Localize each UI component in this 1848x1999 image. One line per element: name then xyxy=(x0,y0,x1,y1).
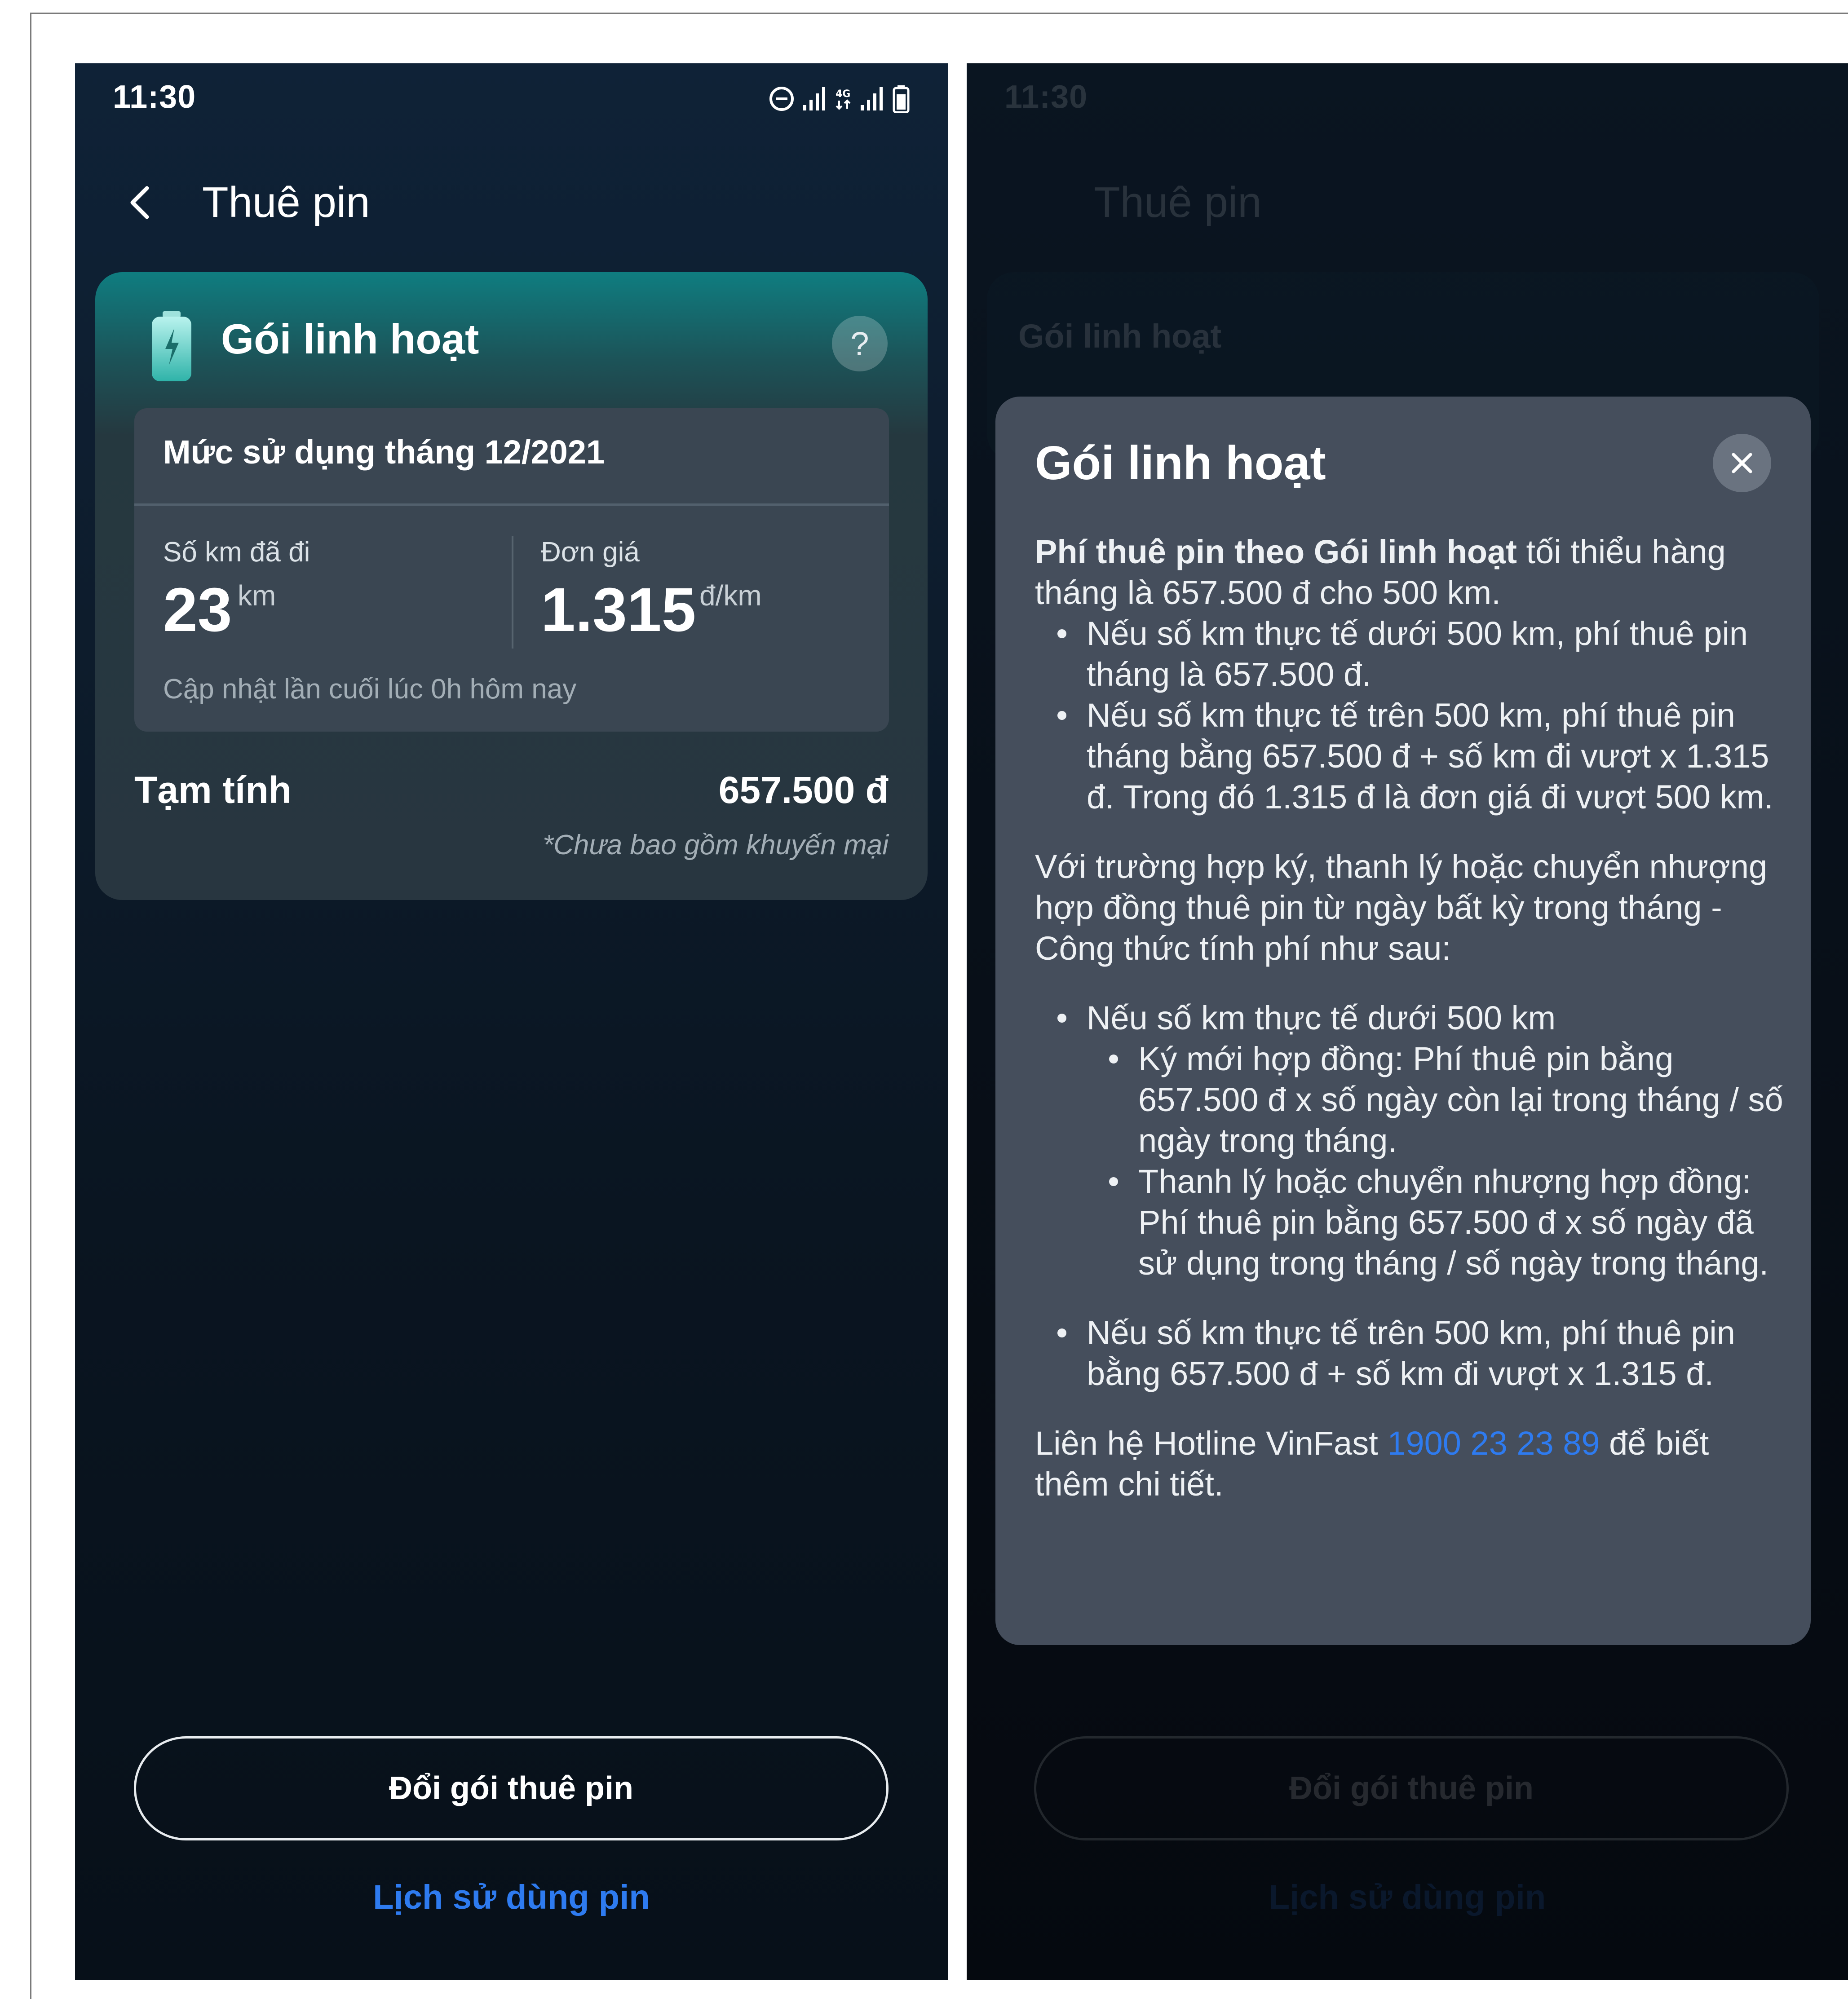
usage-heading: Mức sử dụng tháng 12/2021 xyxy=(163,433,605,471)
list-item: Nếu số km thực tế trên 500 km, phí thuê … xyxy=(1057,695,1790,817)
signal-icon xyxy=(803,87,825,110)
contract-list-2: Nếu số km thực tế trên 500 km, phí thuê … xyxy=(1035,1312,1790,1394)
list-item: Nếu số km thực tế dưới 500 km, phí thuê … xyxy=(1057,613,1790,695)
back-arrow-icon xyxy=(130,186,149,219)
km-label: Số km đã đi xyxy=(163,537,310,568)
plan-title-dim: Gói linh hoạt xyxy=(1018,318,1222,355)
price-unit: đ/km xyxy=(699,579,762,612)
contract-list: Nếu số km thực tế dưới 500 km Ký mới hợp… xyxy=(1035,997,1790,1284)
help-button[interactable]: ? xyxy=(832,316,888,371)
status-icons: 4G xyxy=(768,83,910,115)
help-icon: ? xyxy=(850,325,869,362)
list-item-text: Nếu số km thực tế dưới 500 km xyxy=(1087,999,1556,1037)
change-plan-button-dim: Đổi gói thuê pin xyxy=(1034,1736,1789,1840)
info-modal: Gói linh hoạt Phí thuê pin theo Gói linh… xyxy=(995,397,1811,1645)
4g-icon: 4G xyxy=(836,88,851,110)
signal-icon-2 xyxy=(861,87,883,110)
status-time-dim: 11:30 xyxy=(1004,79,1088,115)
back-button[interactable] xyxy=(124,180,156,225)
close-button[interactable] xyxy=(1713,434,1771,492)
divider xyxy=(134,503,889,506)
sub-list: Ký mới hợp đồng: Phí thuê pin bằng 657.5… xyxy=(1087,1038,1790,1284)
list-item: Thanh lý hoặc chuyển nhượng hợp đồng: Ph… xyxy=(1109,1161,1790,1284)
intro-bold: Phí thuê pin theo Gói linh hoạt xyxy=(1035,533,1517,570)
plan-card: Gói linh hoạt ? Mức sử dụng tháng 12/202… xyxy=(95,272,928,900)
phone-screen-modal: 11:30 Thuê pin Gói linh hoạt Đổi gói thu… xyxy=(967,63,1848,1980)
list-item: Nếu số km thực tế dưới 500 km Ký mới hợp… xyxy=(1057,997,1790,1284)
plan-title: Gói linh hoạt xyxy=(221,315,479,362)
price-label: Đơn giá xyxy=(541,537,640,568)
modal-title: Gói linh hoạt xyxy=(1035,437,1326,490)
estimate-value: 657.500 đ xyxy=(718,769,889,811)
update-note: Cập nhật lần cuối lúc 0h hôm nay xyxy=(163,674,577,705)
close-icon xyxy=(1732,453,1752,473)
svg-text:4G: 4G xyxy=(836,88,850,100)
dnd-icon xyxy=(769,87,794,111)
battery-status-icon xyxy=(893,85,910,113)
contact-pre: Liên hệ Hotline VinFast xyxy=(1035,1425,1388,1462)
estimate-note: *Chưa bao gồm khuyến mại xyxy=(543,830,889,860)
change-plan-button[interactable]: Đổi gói thuê pin xyxy=(134,1736,889,1840)
battery-history-link-dim: Lịch sử dùng pin xyxy=(1269,1878,1546,1916)
estimate-label: Tạm tính xyxy=(134,769,292,811)
hotline-link[interactable]: 1900 23 23 89 xyxy=(1387,1425,1600,1462)
list-item: Nếu số km thực tế trên 500 km, phí thuê … xyxy=(1057,1312,1790,1394)
pricing-list: Nếu số km thực tế dưới 500 km, phí thuê … xyxy=(1035,613,1790,817)
phone-screen-plan: 11:30 4G Thuê pin Gói linh hoạt ? Mức sử… xyxy=(75,63,948,1980)
battery-charge-icon xyxy=(152,311,191,381)
km-unit: km xyxy=(238,579,276,612)
km-value: 23 xyxy=(163,575,232,644)
battery-history-link[interactable]: Lịch sử dùng pin xyxy=(75,1878,948,1917)
contact-paragraph: Liên hệ Hotline VinFast 1900 23 23 89 để… xyxy=(1035,1423,1790,1505)
page-title: Thuê pin xyxy=(202,178,370,226)
contract-paragraph: Với trường hợp ký, thanh lý hoặc chuyển … xyxy=(1035,848,1768,967)
list-item: Ký mới hợp đồng: Phí thuê pin bằng 657.5… xyxy=(1109,1038,1790,1161)
intro-paragraph: Phí thuê pin theo Gói linh hoạt tối thiể… xyxy=(1035,531,1790,613)
page-title-dim: Thuê pin xyxy=(1094,178,1262,226)
column-divider xyxy=(512,536,513,649)
modal-body: Phí thuê pin theo Gói linh hoạt tối thiể… xyxy=(1035,531,1790,1505)
price-value: 1.315 xyxy=(541,575,696,644)
usage-box: Mức sử dụng tháng 12/2021 Số km đã đi 23… xyxy=(134,408,889,732)
status-time: 11:30 xyxy=(113,79,196,115)
